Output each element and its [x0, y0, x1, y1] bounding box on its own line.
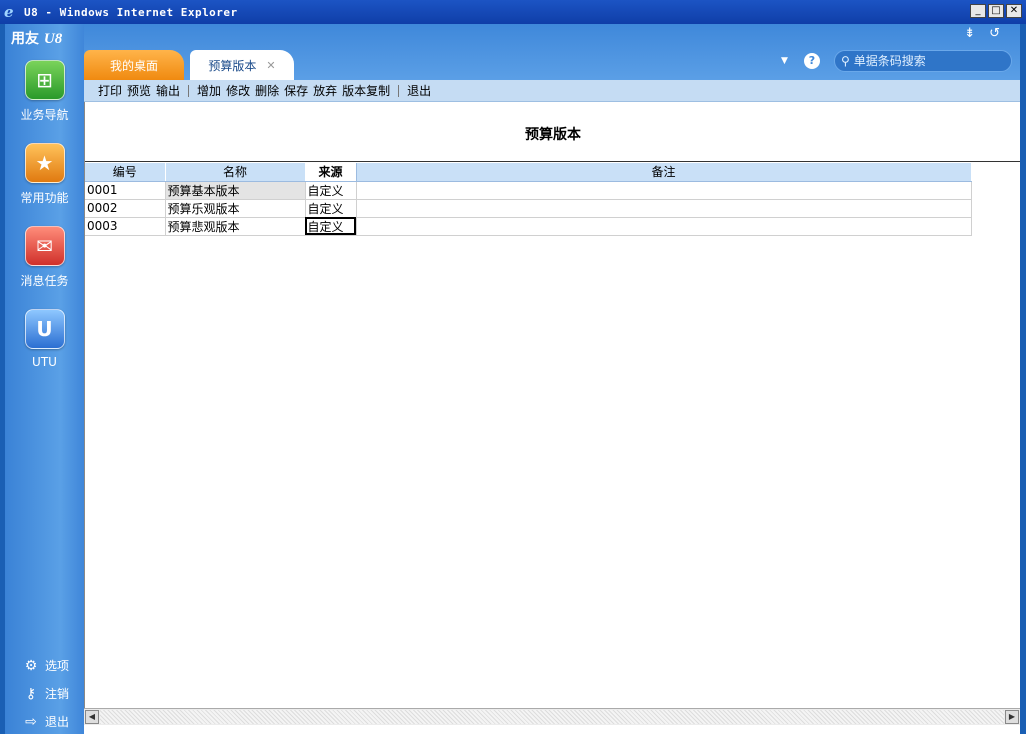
window-right-border [1020, 24, 1026, 734]
preview-button[interactable]: 预览 [127, 82, 151, 99]
sidebar-item-favorites[interactable]: ★ 常用功能 [5, 143, 84, 206]
brand-logo: 用友 U8 [11, 28, 62, 48]
cell-note[interactable] [356, 217, 972, 236]
favorite-star-icon: ★ [24, 143, 65, 183]
search-icon: ⚲ [841, 54, 850, 68]
cell-name[interactable]: 预算乐观版本 [165, 199, 306, 218]
cell-code[interactable]: 0001 [85, 181, 166, 200]
scroll-left-icon[interactable]: ◀ [85, 710, 99, 724]
minimize-button[interactable]: _ [970, 4, 986, 18]
sidebar-bottom-label: 退出 [45, 715, 70, 729]
column-header-note[interactable]: 备注 [356, 163, 972, 182]
maximize-button[interactable]: □ [988, 4, 1004, 18]
window-bottom-edge [84, 725, 1020, 734]
sidebar-item-label: UTU [32, 355, 57, 369]
scroll-right-icon[interactable]: ▶ [1005, 710, 1019, 724]
table-row[interactable]: 0001 预算基本版本 自定义 [85, 181, 972, 200]
toolbar-separator [398, 84, 400, 97]
help-icon[interactable]: ? [804, 53, 820, 69]
column-header-source[interactable]: 来源 [304, 163, 357, 182]
close-tab-icon[interactable]: ✕ [266, 59, 275, 72]
sidebar-item-utu[interactable]: U UTU [5, 309, 84, 369]
cell-name[interactable]: 预算基本版本 [165, 181, 306, 200]
brand-suffix: U8 [43, 31, 63, 47]
budget-version-table: 编号 名称 来源 备注 0001 预算基本版本 自定义 0002 预算乐观版本 … [85, 163, 972, 236]
sidebar-item-business-navigation[interactable]: ⊞ 业务导航 [5, 60, 84, 123]
tab-budget-version[interactable]: 预算版本 ✕ [190, 50, 294, 80]
gear-icon: ⚙ [24, 657, 38, 674]
exit-icon: ⇨ [25, 713, 37, 730]
sidebar-item-messages[interactable]: ✉ 消息任务 [5, 226, 84, 289]
add-button[interactable]: 增加 [197, 82, 221, 99]
message-envelope-icon: ✉ [24, 226, 65, 266]
internet-explorer-icon: e [4, 3, 14, 21]
cell-code[interactable]: 0003 [85, 217, 166, 236]
toolbar-separator [188, 84, 190, 97]
table-row[interactable]: 0003 预算悲观版本 自定义 [85, 217, 972, 236]
discard-button[interactable]: 放弃 [313, 82, 337, 99]
tab-label: 我的桌面 [109, 58, 158, 73]
key-icon: ⚷ [25, 685, 37, 702]
search-input[interactable] [853, 54, 994, 68]
cell-name[interactable]: 预算悲观版本 [165, 217, 306, 236]
sidebar-bottom-label: 选项 [45, 659, 70, 673]
grid-divider [85, 161, 1021, 162]
top-bar: ⇟ ↺ 我的桌面 预算版本 ✕ ▼ ? ⚲ [84, 24, 1026, 80]
window-controls: _ □ ✕ [970, 4, 1022, 18]
sidebar-item-label: 业务导航 [20, 108, 69, 122]
save-button[interactable]: 保存 [284, 82, 308, 99]
delete-button[interactable]: 删除 [255, 82, 279, 99]
horizontal-scrollbar[interactable]: ◀ ▶ [84, 708, 1020, 725]
toolbar: 打印 预览 输出 增加 修改 删除 保存 放弃 版本复制 退出 [84, 80, 1020, 102]
cell-note[interactable] [356, 181, 972, 200]
column-header-code[interactable]: 编号 [85, 163, 166, 182]
table-header-row: 编号 名称 来源 备注 [85, 163, 972, 182]
left-sidebar: 用友 U8 ⊞ 业务导航 ★ 常用功能 ✉ 消息任务 U UTU ⚙ 选项 ⚷ … [0, 24, 84, 734]
refresh-icon[interactable]: ↺ [989, 26, 1000, 41]
search-box[interactable]: ⚲ [834, 50, 1012, 72]
sidebar-exit-button[interactable]: ⇨ 退出 [23, 713, 69, 730]
tab-label: 预算版本 [208, 58, 257, 73]
copy-version-button[interactable]: 版本复制 [342, 82, 390, 99]
print-button[interactable]: 打印 [98, 82, 122, 99]
main-content: 预算版本 编号 名称 来源 备注 0001 预算基本版本 自定义 0002 预算… [84, 102, 1021, 708]
sidebar-options-button[interactable]: ⚙ 选项 [23, 657, 69, 674]
close-window-button[interactable]: ✕ [1006, 4, 1022, 18]
sidebar-logout-button[interactable]: ⚷ 注销 [23, 685, 69, 702]
cell-source-focused[interactable]: 自定义 [305, 217, 357, 236]
utu-icon: U [24, 309, 65, 349]
tab-my-desktop[interactable]: 我的桌面 [84, 50, 184, 80]
cell-source[interactable]: 自定义 [305, 199, 357, 218]
business-navigation-icon: ⊞ [24, 60, 65, 100]
export-button[interactable]: 输出 [156, 82, 180, 99]
table-row[interactable]: 0002 预算乐观版本 自定义 [85, 199, 972, 218]
cell-code[interactable]: 0002 [85, 199, 166, 218]
top-icons: ⇟ ↺ [964, 26, 1000, 41]
page-title: 预算版本 [525, 127, 581, 143]
sidebar-bottom-label: 注销 [45, 687, 70, 701]
scroll-track[interactable] [100, 710, 1004, 724]
sidebar-item-label: 常用功能 [20, 191, 69, 205]
chevron-down-icon[interactable]: ▼ [781, 56, 788, 66]
exit-button[interactable]: 退出 [407, 82, 431, 99]
brand-name: 用友 [11, 31, 39, 47]
column-header-name[interactable]: 名称 [165, 163, 306, 182]
window-titlebar: e U8 - Windows Internet Explorer _ □ ✕ [0, 0, 1026, 24]
cell-note[interactable] [356, 199, 972, 218]
cell-source[interactable]: 自定义 [305, 181, 357, 200]
edit-button[interactable]: 修改 [226, 82, 250, 99]
collapse-icon[interactable]: ⇟ [964, 26, 975, 41]
window-title: U8 - Windows Internet Explorer [24, 5, 238, 19]
sidebar-item-label: 消息任务 [20, 274, 69, 288]
